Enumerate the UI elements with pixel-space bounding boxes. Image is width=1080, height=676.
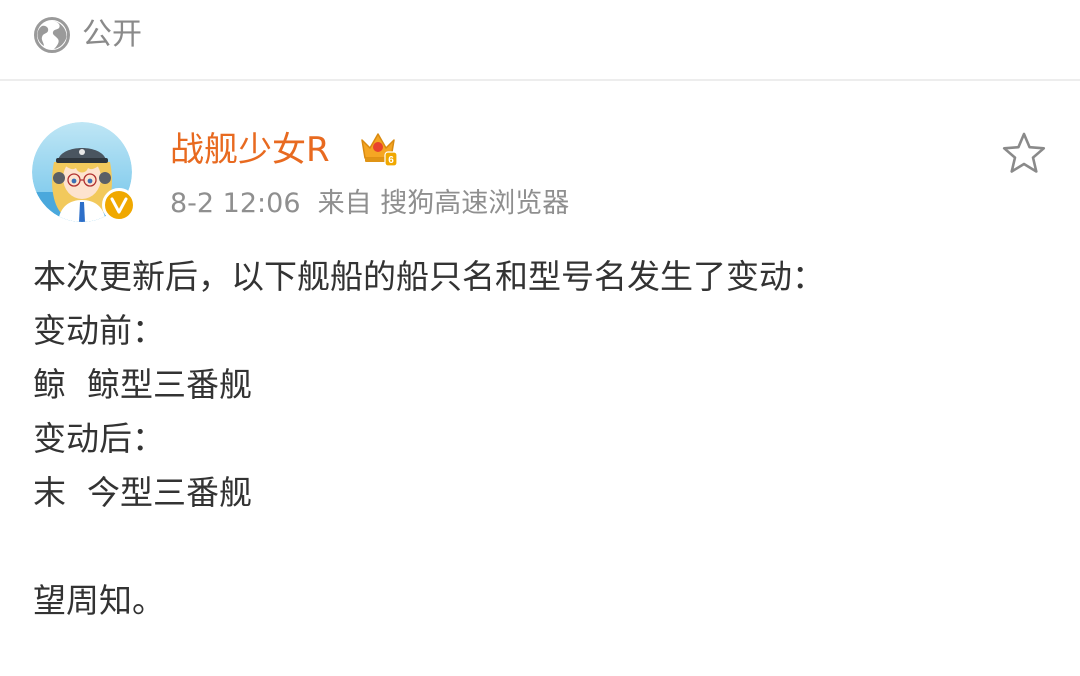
post-meta: 8-2 12:06 来自 搜狗高速浏览器 bbox=[170, 186, 569, 222]
post-body: 本次更新后，以下舰船的船只名和型号名发生了变动： 变动前： 鲸 鲸型三番舰 变动… bbox=[33, 250, 1053, 628]
verified-badge-icon bbox=[102, 188, 136, 222]
divider bbox=[0, 79, 1080, 81]
post-body-line: 望周知。 bbox=[33, 581, 165, 620]
member-level: 6 bbox=[388, 155, 394, 166]
globe-icon bbox=[34, 17, 70, 53]
post-body-line: 变动前： bbox=[33, 311, 165, 350]
post-body-line: 本次更新后，以下舰船的船只名和型号名发生了变动： bbox=[33, 257, 825, 296]
crown-vip-icon[interactable]: 6 bbox=[358, 128, 398, 168]
source-prefix: 来自 bbox=[317, 188, 372, 219]
post-source[interactable]: 搜狗高速浏览器 bbox=[380, 188, 569, 219]
post-body-line: 末 今型三番舰 bbox=[33, 473, 252, 512]
visibility-label: 公开 bbox=[82, 17, 142, 52]
post-visibility-bar: 公开 bbox=[0, 0, 1080, 80]
post-time: 8-2 12:06 bbox=[170, 188, 301, 219]
author-name[interactable]: 战舰少女R bbox=[170, 128, 330, 172]
post-body-line: 鲸 鲸型三番舰 bbox=[33, 365, 252, 404]
post-body-line: 变动后： bbox=[33, 419, 165, 458]
author-avatar[interactable] bbox=[32, 122, 136, 222]
favorite-star-icon[interactable] bbox=[1000, 130, 1048, 176]
